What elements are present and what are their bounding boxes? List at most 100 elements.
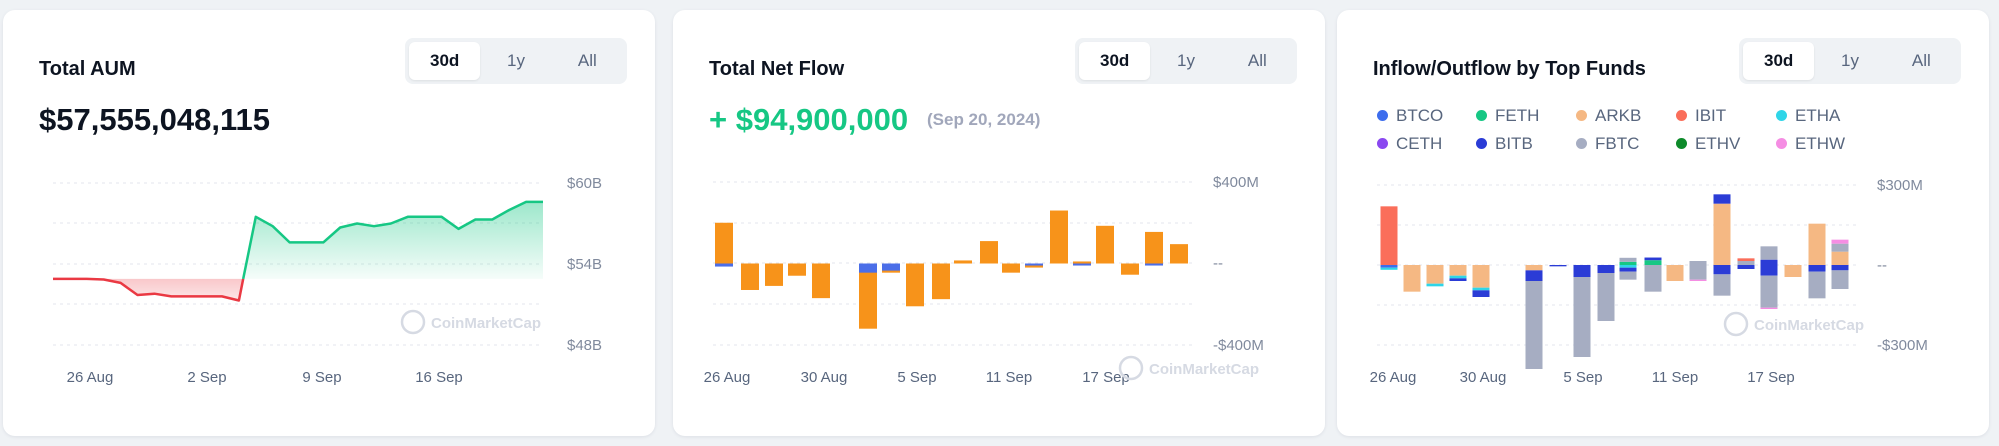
- y-tick-label: $60B: [567, 175, 602, 192]
- x-tick-label: 11 Sep: [1652, 369, 1698, 386]
- fund-bar-ethw: [1689, 279, 1707, 281]
- watermark-logo-icon: [400, 309, 426, 335]
- net-flow-bar: [859, 263, 877, 329]
- fund-bar-fbtc: [1831, 243, 1849, 252]
- fund-bar-ibit: [1380, 206, 1398, 265]
- fund-bar-fbtc: [1597, 273, 1615, 321]
- total-aum-card: Total AUM 30d 1y All $57,555,048,115 $60…: [3, 10, 655, 436]
- fund-bar-bitb: [1713, 194, 1731, 204]
- x-tick-label: 30 Aug: [1460, 369, 1507, 386]
- x-tick-label: 17 Sep: [1747, 369, 1795, 386]
- y-tick-label: $300M: [1877, 177, 1923, 194]
- fund-bar-fbtc: [1689, 261, 1707, 265]
- fund-bar-fbtc: [1760, 275, 1778, 308]
- fund-bar-etha: [1619, 265, 1637, 268]
- fund-bar-arkb: [1666, 265, 1684, 281]
- watermark-logo-icon: [1118, 355, 1144, 381]
- fund-bar-bitb: [1737, 265, 1755, 269]
- fund-bar-arkb: [1525, 265, 1543, 271]
- fund-bar-fbtc: [1573, 277, 1591, 357]
- x-tick-label: 5 Sep: [897, 369, 936, 386]
- fund-bar-fbtc: [1619, 257, 1637, 262]
- fund-bar-fbtc: [1831, 270, 1849, 289]
- fund-bar-ibit: [1737, 258, 1755, 261]
- x-tick-label: 9 Sep: [302, 369, 341, 386]
- y-tick-label: -$300M: [1877, 337, 1928, 354]
- net-flow-bar: [765, 263, 783, 286]
- net-flow-bar: [1073, 261, 1091, 264]
- net-flow-bar: [812, 263, 830, 299]
- fund-bar-arkb: [1403, 265, 1421, 292]
- fund-bar-arkb: [1449, 265, 1467, 276]
- net-flow-bar: [954, 260, 972, 264]
- x-tick-label: 2 Sep: [187, 369, 226, 386]
- top-funds-card: Inflow/Outflow by Top Funds 30d 1y All B…: [1337, 10, 1989, 436]
- net-flow-bar: [980, 241, 998, 264]
- x-tick-label: 30 Aug: [801, 369, 848, 386]
- net-flow-bar: [932, 263, 950, 300]
- fund-bar-bitb: [1449, 278, 1467, 281]
- fund-bar-fbtc: [1808, 271, 1826, 299]
- y-tick-label: $54B: [567, 256, 602, 273]
- fund-bar-fbtc: [1737, 261, 1755, 265]
- fund-bar-btco: [1380, 265, 1398, 268]
- fund-bar-fbtc: [1644, 265, 1662, 292]
- fund-bar-arkb: [1713, 203, 1731, 265]
- aum-chart: $60B $54B $48B 26 Aug 2 Sep 9 Sep 16 Sep CoinMa…: [53, 175, 602, 386]
- fund-bar-bitb: [1573, 265, 1591, 277]
- fund-bar-bitb: [1525, 270, 1543, 281]
- fund-bar-feth: [1644, 260, 1662, 265]
- fund-bar-etha: [1449, 275, 1467, 279]
- fund-bar-arkb: [1808, 223, 1826, 265]
- net-flow-bar: [788, 263, 806, 276]
- x-tick-label: 11 Sep: [986, 369, 1032, 386]
- fund-bar-bitb: [1831, 265, 1849, 271]
- x-tick-label: 16 Sep: [415, 369, 463, 386]
- fund-bar-fbtc: [1713, 274, 1731, 296]
- fund-bar-fbtc: [1525, 281, 1543, 369]
- fund-bar-ethw: [1831, 239, 1849, 244]
- fund-bar-bitb: [1472, 290, 1490, 297]
- x-tick-label: 26 Aug: [1370, 369, 1417, 386]
- fund-bar-arkb: [1784, 265, 1802, 277]
- fund-bar-etha: [1472, 287, 1490, 291]
- y-tick-label: -$400M: [1213, 337, 1264, 354]
- fund-bar-etha: [1380, 267, 1398, 270]
- x-tick-label: 26 Aug: [704, 369, 751, 386]
- net-flow-bar-secondary: [715, 263, 733, 267]
- fund-bar-bitb: [1760, 265, 1778, 276]
- net-flow-bar-secondary: [1025, 263, 1043, 266]
- fund-bar-fbtc: [1689, 265, 1707, 280]
- watermark-text: CoinMarketCap: [1754, 317, 1864, 334]
- net-flow-bar: [1096, 225, 1114, 264]
- watermark-logo-icon: [1723, 311, 1749, 337]
- net-flow-bar: [1121, 263, 1139, 275]
- watermark-text: CoinMarketCap: [1149, 361, 1259, 378]
- net-flow-bar: [1002, 263, 1020, 273]
- fund-bar-fbtc: [1619, 271, 1637, 280]
- x-tick-label: 26 Aug: [67, 369, 114, 386]
- fund-bar-arkb: [1426, 265, 1444, 284]
- y-tick-label: --: [1877, 257, 1887, 274]
- fund-bar-fbtc: [1760, 246, 1778, 260]
- net-flow-chart: $400M -- -$400M 26 Aug 30 Aug 5 Sep 11 Sep 17 S…: [704, 174, 1264, 386]
- y-tick-label: --: [1213, 255, 1223, 272]
- fund-bar-arkb: [1472, 265, 1490, 288]
- net-flow-bar: [741, 263, 759, 290]
- net-flow-bar: [1050, 210, 1068, 264]
- x-tick-label: 17 Sep: [1082, 369, 1130, 386]
- net-flow-bar: [906, 263, 924, 307]
- fund-bar-bitb: [1713, 265, 1731, 275]
- fund-bar-bitb: [1808, 265, 1826, 272]
- fund-bar-bitb: [1597, 265, 1615, 273]
- watermark-text: CoinMarketCap: [431, 315, 541, 332]
- net-flow-bar-secondary: [859, 263, 877, 273]
- fund-bar-ethw: [1760, 307, 1778, 309]
- funds-chart: $300M -- -$300M 26 Aug 30 Aug 5 Sep 11 Sep 17 S…: [1370, 177, 1928, 386]
- y-tick-label: $48B: [567, 337, 602, 354]
- net-flow-bar: [1145, 231, 1163, 264]
- y-tick-label: $400M: [1213, 174, 1259, 191]
- x-tick-label: 5 Sep: [1563, 369, 1602, 386]
- net-flow-bar: [1170, 244, 1188, 264]
- fund-bar-bitb: [1760, 259, 1778, 265]
